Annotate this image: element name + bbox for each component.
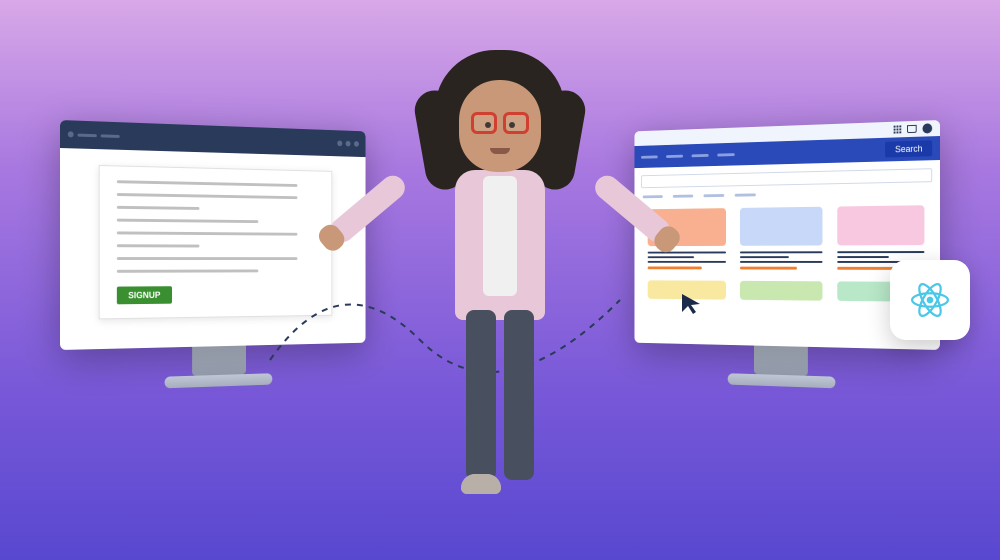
search-button[interactable]: Search	[886, 140, 933, 157]
monitor-base	[728, 373, 836, 388]
signup-button[interactable]: SIGNUP	[117, 286, 172, 304]
monitor-stand	[754, 346, 808, 376]
header-line	[101, 134, 120, 138]
nav-item[interactable]	[641, 155, 658, 158]
product-accent	[740, 267, 797, 270]
link-item[interactable]	[703, 194, 724, 197]
link-item[interactable]	[643, 195, 663, 198]
form-field-line	[117, 180, 297, 187]
link-item[interactable]	[735, 193, 756, 196]
character-legs	[466, 310, 534, 480]
header-dot	[346, 141, 351, 147]
character-body	[455, 170, 545, 320]
form-field-line	[117, 193, 297, 199]
monitor-stand	[192, 346, 246, 376]
react-badge	[890, 260, 970, 340]
nav-item[interactable]	[717, 153, 734, 156]
header-dot	[354, 141, 359, 147]
form-field-line	[117, 269, 259, 272]
monitor-right: Search	[634, 120, 940, 400]
product-image	[837, 205, 924, 245]
header-dot	[337, 141, 342, 147]
product-accent	[648, 266, 702, 269]
form-field-line	[117, 231, 297, 235]
monitor-base	[165, 373, 273, 388]
product-text-line	[648, 252, 726, 254]
react-icon	[902, 272, 958, 328]
grid-icon[interactable]	[894, 125, 902, 133]
cursor-icon	[680, 292, 704, 316]
form-field-line	[117, 257, 297, 260]
product-card[interactable]	[740, 281, 823, 307]
product-text-line	[740, 251, 823, 253]
product-text-line	[740, 256, 789, 258]
header-line	[78, 133, 97, 137]
header-dot	[68, 131, 74, 137]
user-icon[interactable]	[922, 123, 932, 133]
form-field-line	[117, 219, 259, 223]
character-face	[459, 80, 541, 172]
form-field-line	[117, 206, 199, 210]
product-image	[740, 207, 823, 246]
character-mouth	[490, 148, 510, 154]
search-input[interactable]	[641, 168, 932, 188]
product-card[interactable]	[740, 207, 823, 270]
nav-item[interactable]	[666, 154, 683, 157]
form-field-line	[117, 244, 199, 247]
character-illustration	[400, 50, 600, 510]
link-item[interactable]	[673, 195, 693, 198]
link-row	[634, 190, 940, 198]
product-image	[740, 281, 823, 301]
nav-item[interactable]	[692, 153, 709, 156]
cart-icon[interactable]	[907, 125, 917, 133]
product-text-line	[648, 261, 726, 263]
product-text-line	[740, 261, 823, 263]
character-glasses	[471, 112, 529, 134]
product-accent	[837, 267, 898, 270]
window-header-left	[60, 120, 366, 157]
product-text-line	[837, 256, 889, 258]
product-text-line	[648, 256, 695, 258]
product-text-line	[837, 251, 924, 253]
